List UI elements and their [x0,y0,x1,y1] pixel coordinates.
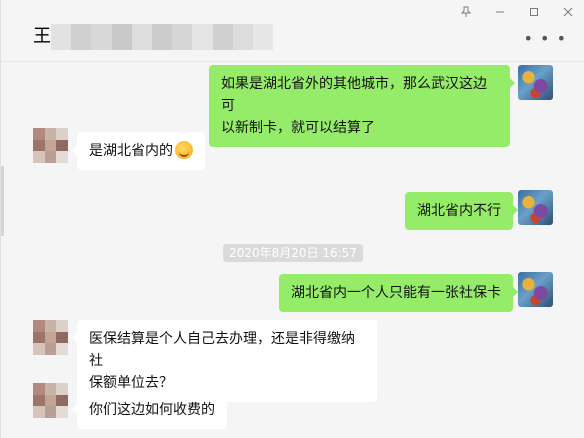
avatar-contact[interactable] [33,128,68,163]
message-bubble-incoming[interactable]: 医保结算是个人自己去办理，还是非得缴纳社 保额单位去？ [72,320,377,402]
message-timestamp: 2020年8月20日 16:57 [223,244,363,262]
message-list: 如果是湖北省外的其他城市，那么武汉这边可 以新制卡，就可以结算了 是湖北省内的 … [1,62,584,438]
emoji-icon [175,141,193,159]
avatar-contact[interactable] [33,383,68,418]
contact-name[interactable]: 王 [33,26,51,48]
maximize-icon[interactable] [517,0,551,24]
message-text: 湖北省内一个人只能有一张社保卡 [291,285,501,301]
message-bubble-outgoing[interactable]: 湖北省内不行 [405,192,518,230]
message-text: 湖北省内不行 [417,203,501,219]
avatar-self[interactable] [518,65,553,100]
message-bubble-incoming[interactable]: 是湖北省内的 [72,132,205,170]
more-options-icon[interactable]: • • • [524,31,567,47]
message-text: 以新制卡，就可以结算了 [221,120,375,136]
message-text: 如果是湖北省外的其他城市，那么武汉这边可 [221,76,487,114]
contact-name-redacted [51,24,274,50]
message-text: 医保结算是个人自己去办理，还是非得缴纳社 [89,331,355,369]
pin-icon[interactable] [449,0,483,24]
minimize-icon[interactable] [483,0,517,24]
message-bubble-outgoing[interactable]: 如果是湖北省外的其他城市，那么武汉这边可 以新制卡，就可以结算了 [209,65,515,147]
message-bubble-outgoing[interactable]: 湖北省内一个人只能有一张社保卡 [279,274,518,312]
chat-window: 王 • • • 如果是湖北省外的其他城市，那么武汉这边可 以新制卡，就可以结算了… [0,0,584,438]
close-icon[interactable] [551,0,584,24]
avatar-self[interactable] [518,272,553,307]
scrollbar[interactable] [1,166,4,236]
window-controls [449,0,584,24]
avatar-self[interactable] [518,190,553,225]
message-text: 你们这边如何收费的 [89,402,215,418]
chat-header: 王 • • • [1,0,584,62]
message-text: 是湖北省内的 [89,143,173,159]
message-bubble-incoming[interactable]: 你们这边如何收费的 [72,391,227,429]
avatar-contact[interactable] [33,320,68,355]
